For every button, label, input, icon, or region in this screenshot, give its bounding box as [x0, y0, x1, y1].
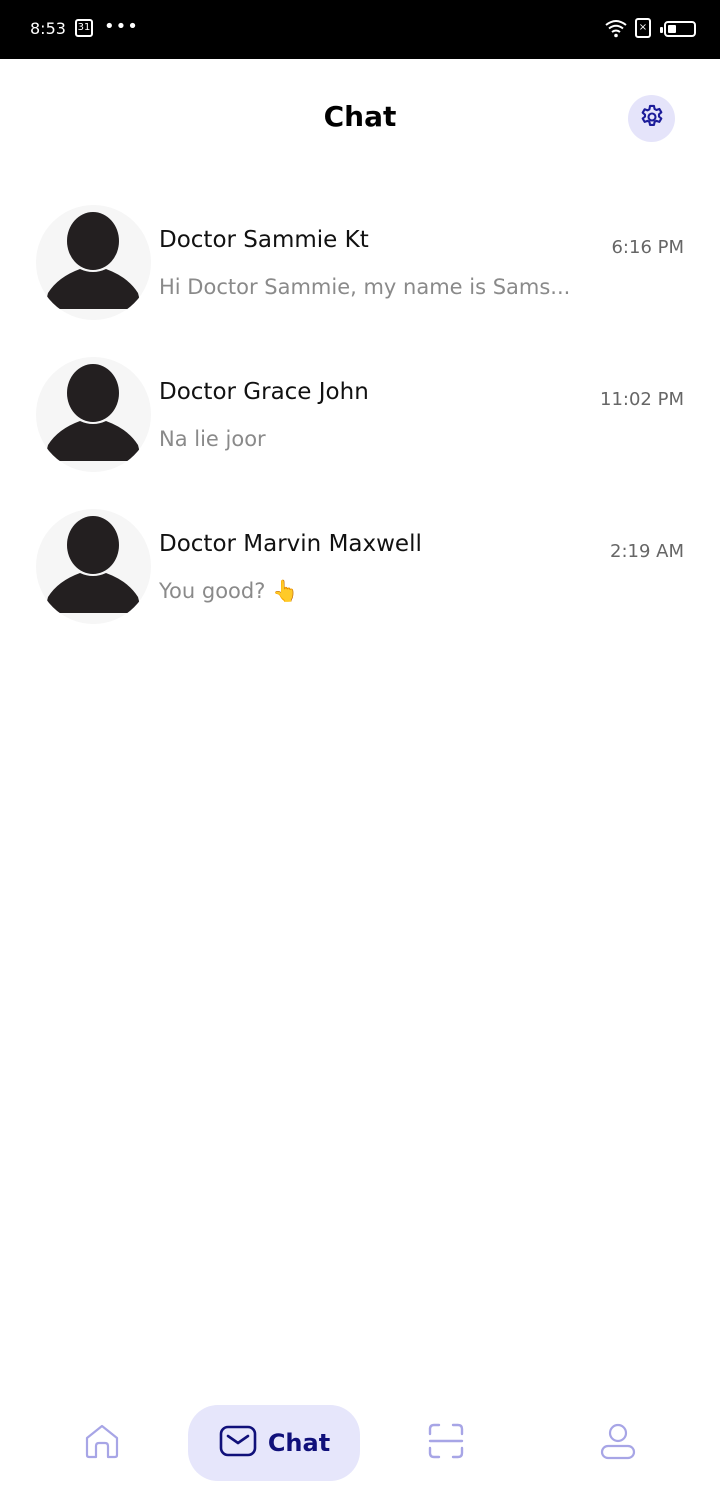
nav-chat-label: Chat [267, 1429, 331, 1457]
message-time: 11:02 PM [600, 389, 684, 410]
scan-icon [426, 1421, 466, 1465]
chat-list-item[interactable]: Doctor Marvin Maxwell You good? 👆 2:19 A… [0, 509, 720, 661]
status-bar: 8:53 31 ••• × [0, 0, 720, 59]
wifi-icon [604, 18, 628, 42]
nav-scan[interactable] [406, 1405, 486, 1481]
gear-icon [638, 103, 666, 135]
last-message-preview: Hi Doctor Sammie, my name is Sams... [159, 275, 571, 299]
chat-list-item[interactable]: Doctor Grace John Na lie joor 11:02 PM [0, 357, 720, 509]
contact-name: Doctor Grace John [159, 379, 369, 405]
last-message-preview: You good? 👆 [159, 579, 299, 603]
calendar-icon: 31 [75, 19, 93, 37]
contact-name: Doctor Sammie Kt [159, 227, 369, 253]
nav-profile[interactable] [578, 1405, 658, 1481]
user-icon [598, 1421, 638, 1465]
page-title: Chat [323, 100, 397, 133]
battery-icon [660, 21, 696, 37]
message-time: 6:16 PM [611, 237, 684, 258]
nav-home[interactable] [62, 1405, 142, 1481]
no-sim-icon: × [635, 18, 651, 38]
avatar [36, 357, 151, 472]
chat-list: Doctor Sammie Kt Hi Doctor Sammie, my na… [0, 205, 720, 661]
nav-chat[interactable]: Chat [188, 1405, 360, 1481]
avatar [36, 205, 151, 320]
last-message-preview: Na lie joor [159, 427, 266, 451]
settings-button[interactable] [628, 95, 675, 142]
more-notifications-icon: ••• [104, 16, 139, 37]
home-icon [82, 1421, 122, 1465]
bottom-nav: Chat [0, 1395, 720, 1500]
mail-icon [218, 1423, 258, 1463]
avatar [36, 509, 151, 624]
contact-name: Doctor Marvin Maxwell [159, 531, 422, 557]
chat-list-item[interactable]: Doctor Sammie Kt Hi Doctor Sammie, my na… [0, 205, 720, 357]
status-time: 8:53 [30, 19, 66, 38]
message-time: 2:19 AM [610, 541, 684, 562]
